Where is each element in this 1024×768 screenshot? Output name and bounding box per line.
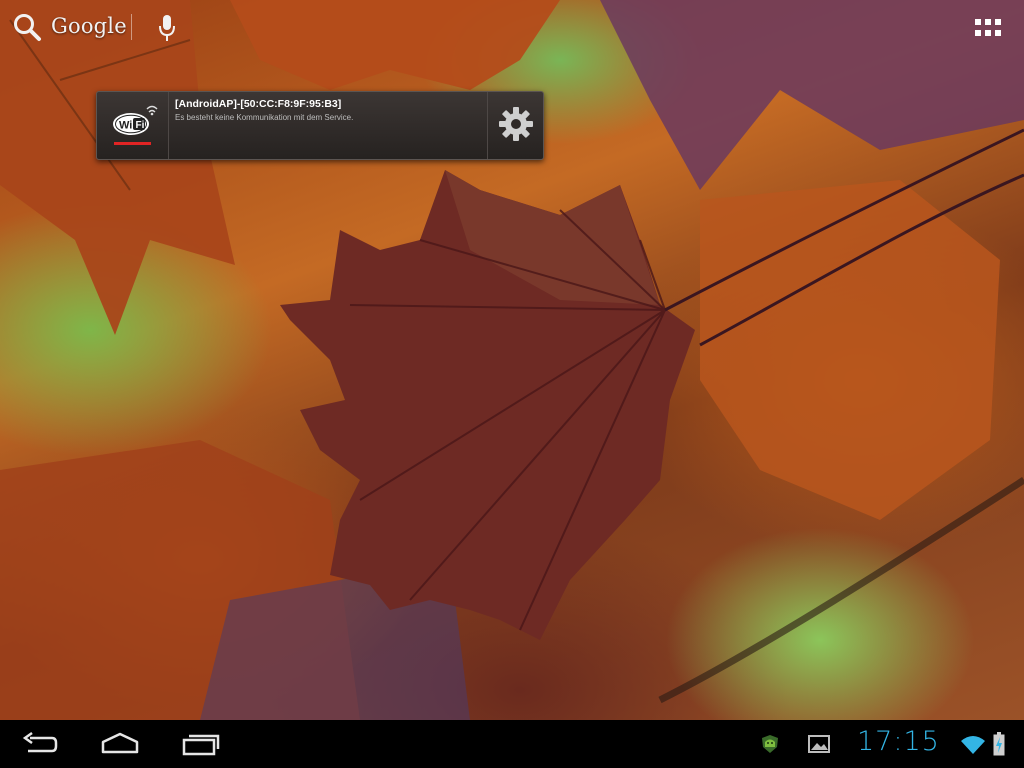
wifi-logo-icon: Wi Fi — [113, 105, 158, 135]
android-badge-icon[interactable] — [760, 734, 780, 754]
notification-accent-bar — [114, 142, 151, 145]
google-search-label[interactable]: Google — [51, 14, 127, 38]
notification-text: Es besteht keine Kommunikation mit dem S… — [175, 113, 354, 122]
notification-title: [AndroidAP]-[50:CC:F8:9F:95:B3] — [175, 98, 342, 110]
notification-icon-box: Wi Fi — [97, 92, 169, 159]
apps-grid-icon[interactable] — [974, 18, 1002, 38]
system-bar: 17:15 — [0, 720, 1024, 768]
notification-settings-button[interactable] — [487, 92, 543, 159]
gear-icon[interactable] — [498, 106, 534, 142]
svg-text:Fi: Fi — [136, 120, 145, 131]
search-icon[interactable] — [12, 12, 42, 42]
top-bar: Google — [0, 0, 1024, 56]
svg-text:Wi: Wi — [119, 120, 132, 132]
clock[interactable]: 17:15 — [857, 726, 940, 757]
battery-charging-icon[interactable] — [993, 732, 1005, 756]
search-divider — [131, 14, 132, 40]
home-icon[interactable] — [101, 730, 139, 758]
gallery-icon[interactable] — [808, 735, 830, 753]
back-icon[interactable] — [22, 730, 58, 758]
wifi-signal-icon[interactable] — [960, 735, 986, 755]
wifi-notification[interactable]: Wi Fi [AndroidAP]-[50:CC:F8:9F:95:B3] Es… — [96, 91, 544, 160]
mic-icon[interactable] — [157, 14, 177, 42]
recent-apps-icon[interactable] — [182, 730, 220, 758]
